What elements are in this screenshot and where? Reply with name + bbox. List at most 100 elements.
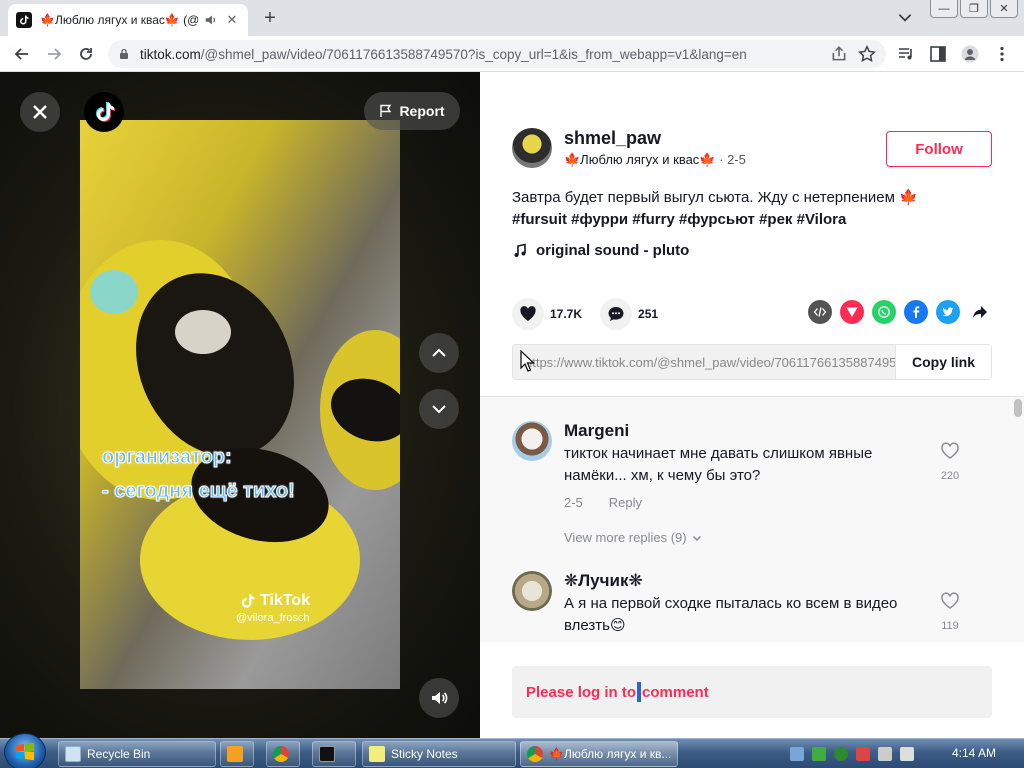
- video-watermark: TikTok @vilora_frosch: [236, 592, 310, 624]
- comment-author[interactable]: Margeni: [564, 421, 924, 441]
- action-bar: 17.7K 251: [512, 298, 676, 330]
- close-video-button[interactable]: [20, 92, 60, 132]
- system-tray: [790, 741, 914, 767]
- caption-hashtags[interactable]: #fursuit #фурри #furry #фурсьют #рек #Vi…: [512, 209, 972, 231]
- taskbar-sticky-notes[interactable]: Sticky Notes: [362, 741, 516, 767]
- tray-volume-icon[interactable]: [900, 747, 914, 761]
- media-control-icon[interactable]: [897, 45, 915, 63]
- send-to-friends-icon[interactable]: [840, 300, 864, 324]
- browser-toolbar: tiktok.com/@shmel_paw/video/706117661358…: [0, 36, 1024, 72]
- chevron-down-icon: [432, 405, 446, 414]
- share-arrow-icon[interactable]: [968, 300, 992, 324]
- taskbar-chrome[interactable]: [266, 741, 300, 767]
- facebook-icon[interactable]: [904, 300, 928, 324]
- previous-video-button[interactable]: [419, 333, 459, 373]
- heart-icon: [520, 306, 536, 321]
- windows-taskbar: Recycle Bin Sticky Notes 🍁Люблю лягух и …: [0, 733, 1024, 768]
- copy-link-button[interactable]: Copy link: [895, 345, 991, 379]
- video-eye-shape: [90, 270, 138, 314]
- tray-display-icon[interactable]: [878, 747, 892, 761]
- comment-text: А я на первой сходке пыталась ко всем в …: [564, 595, 898, 634]
- view-more-replies-button[interactable]: View more replies (9): [564, 530, 924, 545]
- more-replies-label: View more replies (9): [564, 530, 687, 545]
- reply-button[interactable]: Reply: [609, 495, 642, 510]
- comment-like[interactable]: 119: [936, 591, 964, 632]
- chevron-down-icon: [692, 535, 701, 541]
- login-to-comment-button[interactable]: Please log in to comment: [512, 666, 992, 718]
- sticky-notes-icon: [369, 746, 385, 762]
- comment-avatar[interactable]: [512, 571, 552, 611]
- watermark-tiktok-icon: [241, 594, 255, 608]
- comment-meta: 2-5 Reply: [564, 495, 924, 510]
- taskbar-clock[interactable]: 4:14 AM: [952, 746, 996, 760]
- new-tab-button[interactable]: +: [260, 8, 280, 28]
- video-overlay-line-1: организатор:: [102, 446, 233, 469]
- watermark-handle: @vilora_frosch: [236, 612, 310, 624]
- address-bar[interactable]: tiktok.com/@shmel_paw/video/706117661358…: [108, 40, 886, 68]
- next-video-button[interactable]: [419, 389, 459, 429]
- start-button[interactable]: [4, 733, 46, 768]
- browser-tab[interactable]: 🍁Люблю лягух и квас🍁 (@shmel_paw) TikTok…: [8, 4, 248, 36]
- taskbar-browser-window[interactable]: 🍁Люблю лягух и кв...: [520, 741, 678, 767]
- back-icon[interactable]: [12, 44, 32, 64]
- tray-update-icon[interactable]: [834, 747, 848, 761]
- tray-network-icon[interactable]: [790, 747, 804, 761]
- comment-count: 251: [638, 307, 659, 321]
- media-player-icon: [227, 746, 243, 762]
- twitter-icon[interactable]: [936, 300, 960, 324]
- forward-icon[interactable]: [44, 44, 64, 64]
- comments-scrollbar[interactable]: [1014, 397, 1022, 642]
- comment-like[interactable]: 220: [936, 441, 964, 482]
- window-controls: — ❐ ✕: [930, 0, 1018, 18]
- embed-icon[interactable]: [808, 300, 832, 324]
- volume-button[interactable]: [419, 678, 459, 718]
- bookmark-star-icon[interactable]: [858, 45, 876, 63]
- follow-button[interactable]: Follow: [886, 131, 992, 167]
- share-page-icon[interactable]: [830, 45, 848, 63]
- video-link-input[interactable]: https://www.tiktok.com/@shmel_paw/video/…: [513, 355, 895, 370]
- browser-menu-icon[interactable]: [993, 45, 1011, 63]
- comment-author[interactable]: ❋Лучик❋: [564, 571, 924, 591]
- like-button[interactable]: [512, 298, 544, 330]
- chrome-icon: [273, 746, 289, 762]
- side-panel-icon[interactable]: [929, 45, 947, 63]
- copy-link-field: https://www.tiktok.com/@shmel_paw/video/…: [512, 344, 992, 380]
- author-avatar[interactable]: [512, 128, 552, 168]
- tiktok-logo[interactable]: [84, 92, 124, 132]
- sound-link[interactable]: original sound - pluto: [512, 242, 689, 259]
- restore-button[interactable]: ❐: [960, 0, 988, 18]
- comments-list[interactable]: Margeni тикток начинает мне давать слишк…: [480, 396, 1024, 642]
- taskbar-media-player[interactable]: [220, 741, 254, 767]
- comment-date: 2-5: [564, 495, 583, 510]
- reload-icon[interactable]: [76, 44, 96, 64]
- share-buttons: [808, 300, 992, 324]
- profile-avatar-icon[interactable]: [961, 45, 979, 63]
- comment-body: ❋Лучик❋ А я на первой сходке пыталась ко…: [564, 571, 924, 637]
- video-player[interactable]: организатор: - сегодня ещё тихо! Report …: [0, 72, 480, 738]
- author-username[interactable]: shmel_paw: [564, 128, 746, 149]
- minimize-button[interactable]: —: [930, 0, 958, 18]
- whatsapp-icon[interactable]: [872, 300, 896, 324]
- tray-security-icon[interactable]: [812, 747, 826, 761]
- comment-button[interactable]: [600, 298, 633, 330]
- author-info: shmel_paw 🍁Люблю лягух и квас🍁 · 2-5: [564, 128, 746, 168]
- lock-icon[interactable]: [118, 48, 130, 60]
- taskbar-recycle-bin[interactable]: Recycle Bin: [58, 741, 216, 767]
- audio-playing-icon[interactable]: [204, 13, 218, 27]
- video-snout-shape: [175, 310, 231, 354]
- tray-flag-icon[interactable]: [856, 747, 870, 761]
- url-path: /@shmel_paw/video/7061176613588749570?is…: [200, 46, 747, 62]
- close-icon: [33, 105, 47, 119]
- scrollbar-thumb[interactable]: [1014, 399, 1022, 417]
- like-count: 17.7K: [550, 307, 583, 321]
- report-button[interactable]: Report: [364, 92, 460, 130]
- tab-search-chevron-icon[interactable]: [896, 8, 914, 26]
- post-details-panel: shmel_paw 🍁Люблю лягух и квас🍁 · 2-5 Fol…: [480, 72, 1024, 738]
- close-window-button[interactable]: ✕: [990, 0, 1018, 18]
- author-nickname: 🍁Люблю лягух и квас🍁: [564, 152, 716, 167]
- chrome-icon: [527, 746, 543, 762]
- taskbar-cmd[interactable]: [312, 741, 356, 767]
- comment-avatar[interactable]: [512, 421, 552, 461]
- taskbar-item-label: 🍁Люблю лягух и кв...: [549, 747, 672, 761]
- tab-close-icon[interactable]: ✕: [224, 12, 240, 28]
